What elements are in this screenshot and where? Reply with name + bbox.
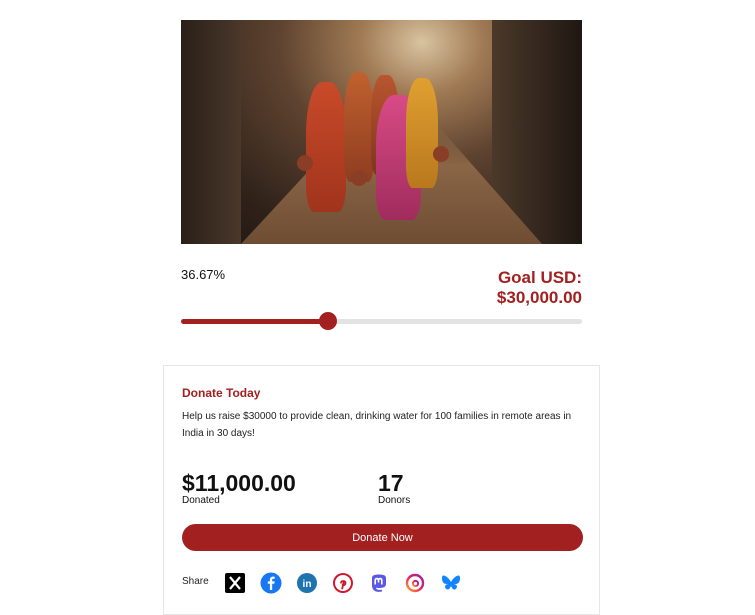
goal-value: $30,000.00: [496, 288, 582, 307]
pinterest-icon[interactable]: [332, 572, 354, 594]
threads-icon[interactable]: [404, 572, 426, 594]
donate-card: Donate Today Help us raise $30000 to pro…: [163, 365, 600, 615]
donors-label: Donors: [378, 495, 411, 506]
facebook-icon[interactable]: [260, 572, 282, 594]
progress-bar: [181, 312, 582, 330]
goal-amount: Goal USD: $30,000.00: [497, 268, 582, 308]
donated-label: Donated: [182, 495, 220, 506]
donate-card-title: Donate Today: [182, 386, 261, 400]
bluesky-icon[interactable]: [440, 572, 462, 594]
x-icon[interactable]: [224, 572, 246, 594]
progress-fill: [181, 319, 329, 324]
campaign-hero-image: [181, 20, 582, 244]
linkedin-icon[interactable]: in: [296, 572, 318, 594]
svg-text:in: in: [303, 579, 312, 590]
donate-card-description: Help us raise $30000 to provide clean, d…: [182, 411, 572, 439]
donate-now-button[interactable]: Donate Now: [182, 524, 583, 551]
donated-amount: $11,000.00: [182, 470, 296, 496]
progress-handle[interactable]: [319, 312, 338, 330]
goal-label: Goal USD:: [497, 268, 582, 287]
share-label: Share: [182, 576, 209, 587]
donors-count: 17: [378, 470, 404, 496]
progress-percent: 36.67%: [181, 267, 226, 282]
mastodon-icon[interactable]: [368, 572, 390, 594]
share-icons: in: [224, 572, 462, 594]
